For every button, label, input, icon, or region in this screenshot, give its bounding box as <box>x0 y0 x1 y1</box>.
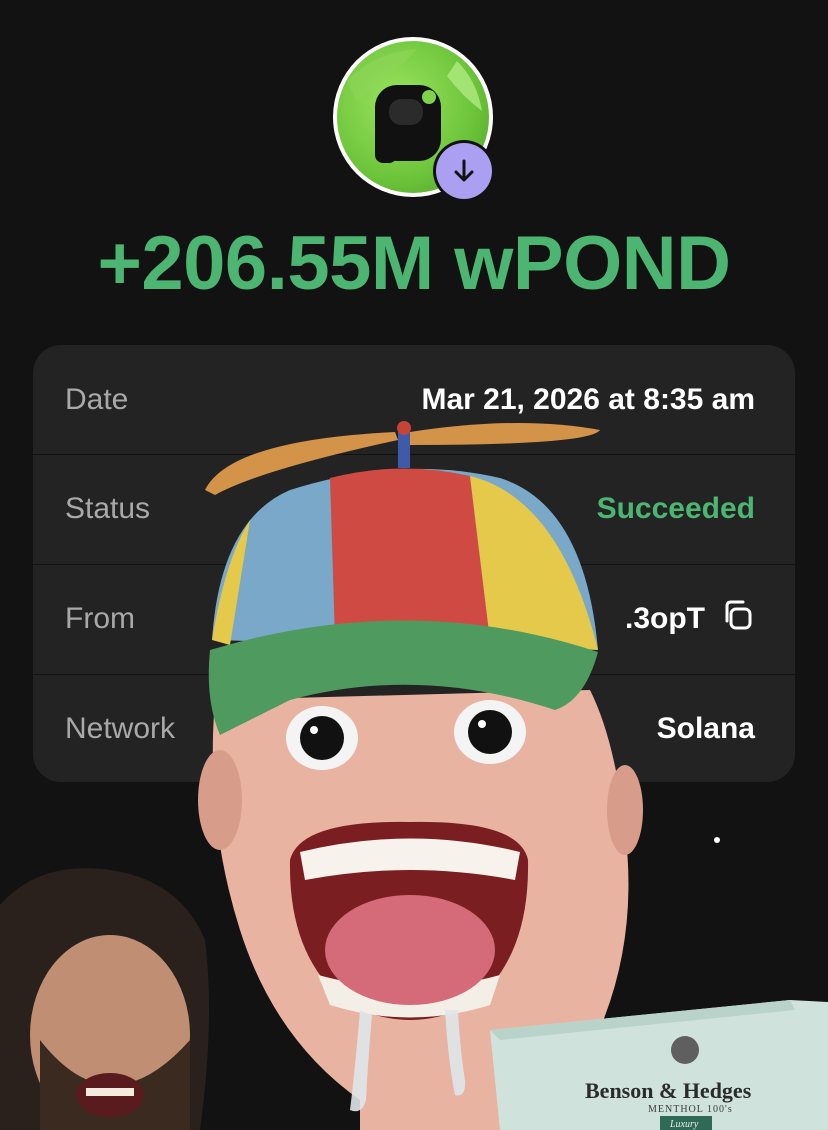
from-address: .3opT <box>625 602 705 635</box>
receive-badge <box>433 140 495 202</box>
network-value: Solana <box>656 712 755 745</box>
from-label: From <box>65 602 135 635</box>
copy-icon[interactable] <box>719 597 755 641</box>
cigarette-box: Benson & Hedges MENTHOL 100's Luxury <box>490 1000 828 1130</box>
network-label: Network <box>65 712 176 745</box>
received-amount: +206.55M wPOND <box>97 221 731 306</box>
box-brand-text: Benson & Hedges <box>585 1078 752 1103</box>
transaction-details-card: Date Mar 21, 2026 at 8:35 am Status Succ… <box>33 345 795 782</box>
transaction-detail-screen: +206.55M wPOND Date Mar 21, 2026 at 8:35… <box>0 0 828 1130</box>
status-label: Status <box>65 492 151 525</box>
date-value: Mar 21, 2026 at 8:35 am <box>421 382 755 416</box>
man-figure <box>0 868 209 1130</box>
arrow-down-icon <box>436 143 492 199</box>
detail-row-date: Date Mar 21, 2026 at 8:35 am <box>33 345 795 454</box>
box-sub-text: MENTHOL 100's <box>648 1104 733 1115</box>
token-icon-group <box>333 37 495 202</box>
status-value: Succeeded <box>596 492 755 525</box>
detail-row-status: Status Succeeded <box>33 454 795 563</box>
detail-row-network: Network Solana <box>33 674 795 782</box>
from-value-group[interactable]: .3opT <box>625 597 755 641</box>
decorative-dot <box>714 837 720 843</box>
box-badge-text: Luxury <box>669 1119 699 1130</box>
date-label: Date <box>65 382 129 416</box>
detail-row-from: From .3opT <box>33 564 795 673</box>
